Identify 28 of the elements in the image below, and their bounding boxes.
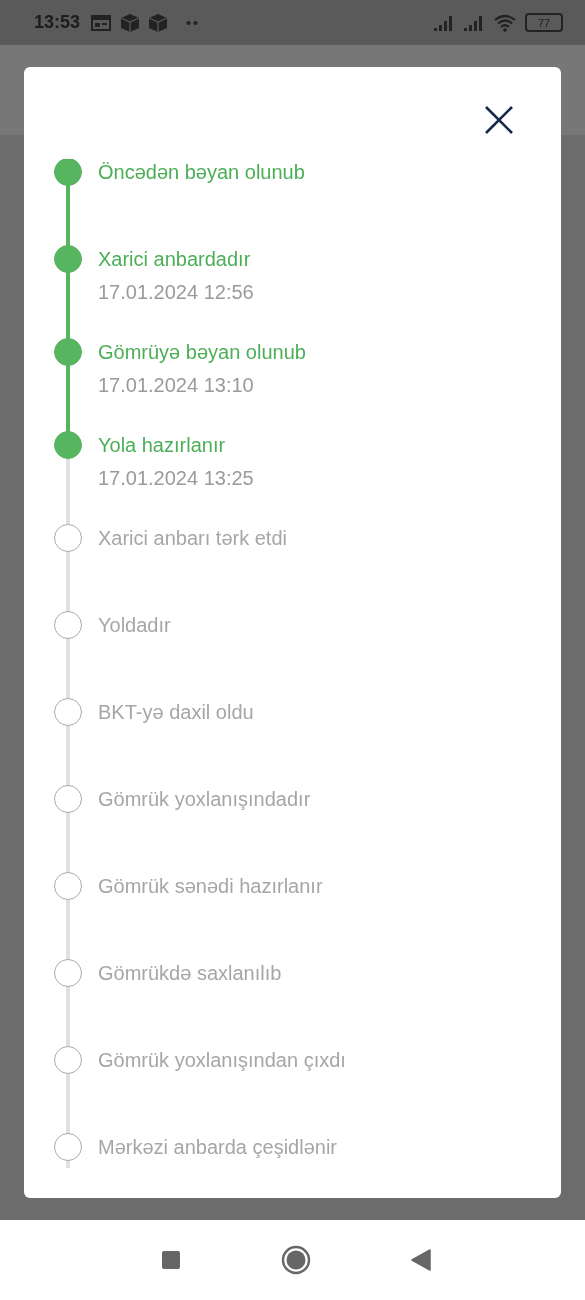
home-icon[interactable] <box>280 1245 311 1275</box>
clock-time: 13:53 <box>34 12 81 33</box>
recent-apps-icon[interactable] <box>160 1250 181 1270</box>
box-icon <box>148 12 169 33</box>
box-icon <box>120 12 141 33</box>
back-icon[interactable] <box>410 1249 431 1271</box>
battery-level: 77 <box>537 16 551 29</box>
step-title: BKT-yə daxil oldu <box>98 700 254 725</box>
calendar-icon <box>90 13 113 32</box>
step-title: Mərkəzi anbarda çeşidlənir <box>98 1135 337 1160</box>
step-title: Gömrük yoxlanışındadır <box>98 787 311 812</box>
step-title: Xarici anbardadır <box>98 247 252 272</box>
more-notifications-icon <box>186 19 199 26</box>
step-title: Gömrüyə bəyan olunub <box>98 340 306 365</box>
step-title: Gömrük sənədi hazırlanır <box>98 874 323 899</box>
step-title: Yola hazırlanır <box>98 433 227 458</box>
wifi-icon <box>493 13 517 32</box>
step-title: Gömrük yoxlanışından çıxdı <box>98 1048 346 1073</box>
signal-icon <box>463 13 485 32</box>
step-title: Yoldadır <box>98 613 171 638</box>
signal-icon <box>433 13 455 32</box>
step-title: Xarici anbarı tərk etdi <box>98 526 287 551</box>
step-date: 17.01.2024 13:25 <box>98 466 254 491</box>
step-date: 17.01.2024 12:56 <box>98 280 254 305</box>
step-title: Gömrükdə saxlanılıb <box>98 961 282 986</box>
step-date: 17.01.2024 13:10 <box>98 373 255 398</box>
close-icon[interactable] <box>484 105 514 135</box>
step-title: Öncədən bəyan olunub <box>98 160 305 185</box>
